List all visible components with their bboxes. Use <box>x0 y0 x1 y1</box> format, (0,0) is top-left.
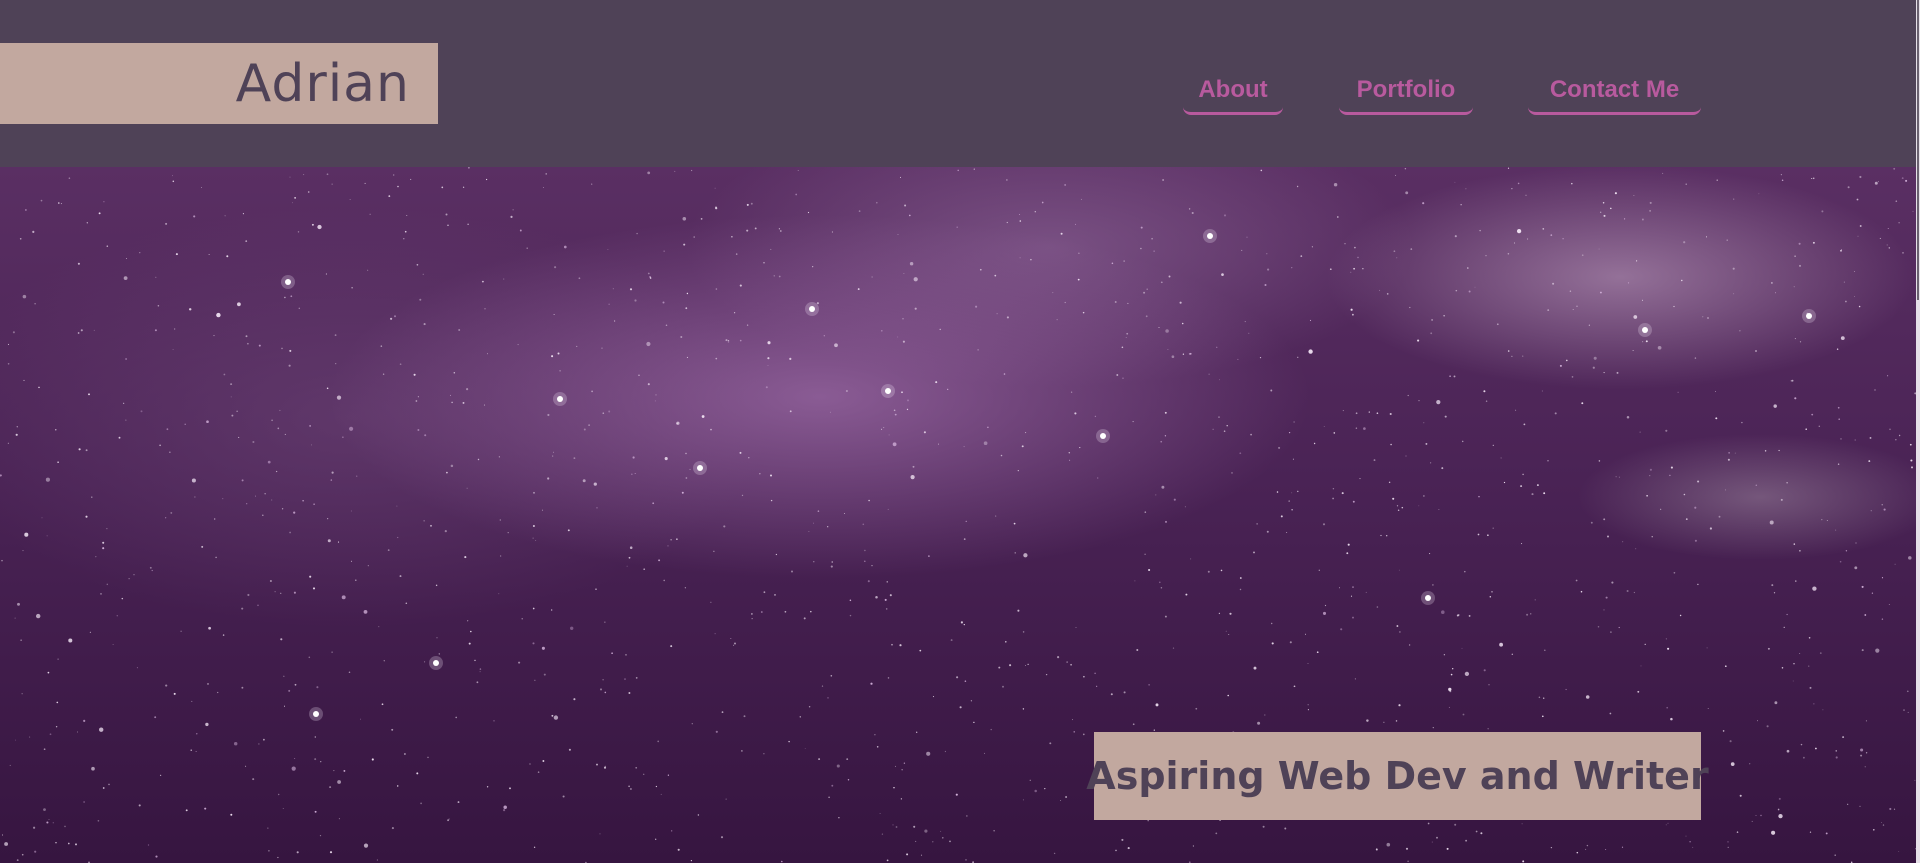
hero-section: Aspiring Web Dev and Writer <box>0 167 1920 863</box>
tagline-box: Aspiring Web Dev and Writer <box>1086 732 1709 820</box>
nav-link-contact[interactable]: Contact Me <box>1528 76 1701 115</box>
page-scrollbar[interactable] <box>1916 0 1920 863</box>
nav-link-portfolio[interactable]: Portfolio <box>1339 76 1473 115</box>
nav-link-about[interactable]: About <box>1183 76 1283 115</box>
main-nav: About Portfolio Contact Me <box>0 76 1920 120</box>
page: Adrian About Portfolio Contact Me Aspiri… <box>0 0 1920 863</box>
tagline-text: Aspiring Web Dev and Writer <box>1086 754 1709 798</box>
scrollbar-thumb[interactable] <box>1917 0 1919 300</box>
site-header: Adrian About Portfolio Contact Me <box>0 0 1920 167</box>
